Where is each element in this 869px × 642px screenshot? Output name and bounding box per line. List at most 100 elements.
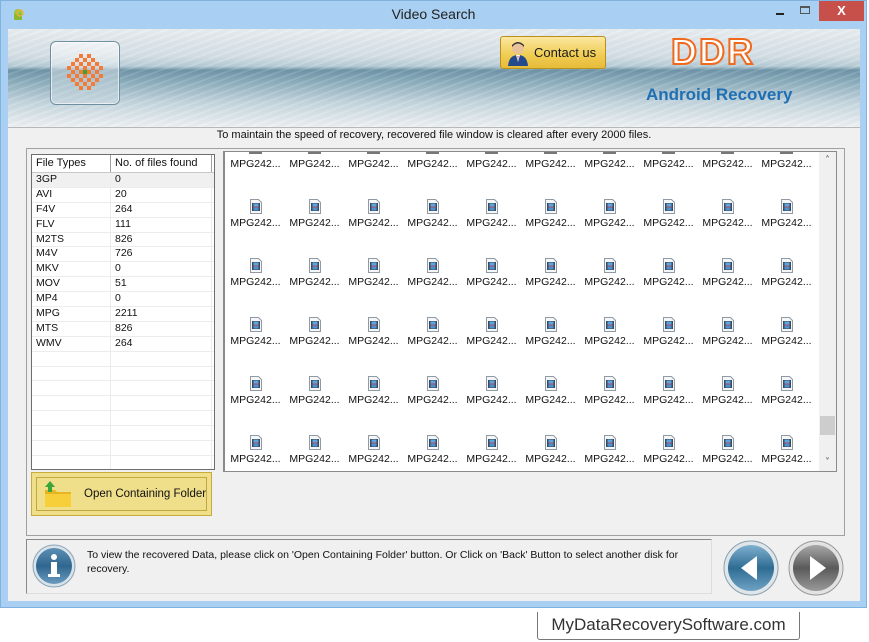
scroll-up-icon[interactable]: ˄ [819,152,836,169]
file-item[interactable]: MPG242... [226,376,285,406]
app-logo [50,41,120,105]
empty-table-row [32,381,214,397]
file-item[interactable]: MPG242... [580,199,639,229]
close-button[interactable]: X [819,1,864,21]
empty-cell [32,411,111,426]
file-item[interactable]: MPG242... [521,199,580,229]
table-row[interactable]: MOV 51 [32,277,214,293]
file-item[interactable]: MPG242... [285,199,344,229]
file-item[interactable]: MPG242... [757,376,816,406]
table-row[interactable]: MP4 0 [32,292,214,308]
file-name: MPG242... [584,217,635,229]
file-item[interactable]: MPG242... [639,199,698,229]
table-row[interactable]: MPG 2211 [32,307,214,322]
table-row[interactable]: WMV 264 [32,336,214,352]
file-item[interactable]: MPG242... [403,199,462,229]
minimize-button[interactable] [766,1,794,21]
file-item[interactable]: MPG242... [462,435,521,465]
scrollbar-thumb[interactable] [820,416,835,436]
video-file-icon [662,258,675,273]
video-file-icon [426,199,439,214]
file-item[interactable]: MPG242... [462,376,521,406]
file-item[interactable]: MPG242... [580,435,639,465]
file-name: MPG242... [761,394,812,406]
table-row[interactable]: M2TS 826 [32,232,214,248]
file-item[interactable]: MPG242... [757,199,816,229]
file-item[interactable]: MPG242... [403,376,462,406]
file-item[interactable]: MPG242... [757,435,816,465]
file-item[interactable]: MPG242... [521,317,580,347]
back-button[interactable] [723,540,779,596]
file-item[interactable]: MPG242... [462,258,521,288]
file-item[interactable]: MPG242... [639,376,698,406]
file-item[interactable]: MPG242... [285,435,344,465]
table-row[interactable]: 3GP 0 [32,173,214,188]
file-item[interactable]: MPG242... [639,317,698,347]
file-item[interactable]: MPG242... [226,435,285,465]
file-item[interactable]: MPG242... [344,376,403,406]
file-name: MPG242... [643,158,694,170]
file-item[interactable]: MPG242... [226,199,285,229]
file-item[interactable]: MPG242... [698,258,757,288]
file-item[interactable]: MPG242... [698,317,757,347]
file-name: MPG242... [761,276,812,288]
empty-cell [111,351,212,366]
column-header-file-types[interactable]: File Types [32,155,111,172]
file-item[interactable]: MPG242... [580,376,639,406]
file-item[interactable]: MPG242... [757,317,816,347]
empty-cell [32,455,111,469]
file-item[interactable]: MPG242... [521,435,580,465]
file-name: MPG242... [761,158,812,170]
file-item[interactable]: MPG242... [226,317,285,347]
file-item[interactable]: MPG242... [580,258,639,288]
file-item[interactable]: MPG242... [521,258,580,288]
file-item[interactable]: MPG242... [698,435,757,465]
table-row[interactable]: MKV 0 [32,262,214,278]
file-item[interactable]: MPG242... [403,435,462,465]
video-file-icon [308,376,321,391]
file-item[interactable]: MPG242... [344,258,403,288]
video-file-icon [249,258,262,273]
empty-cell [32,426,111,441]
vertical-scrollbar[interactable]: ˄ ˅ [819,152,836,471]
file-type-cell: MP4 [32,292,111,307]
empty-cell [32,366,111,381]
open-containing-folder-button[interactable]: Open Containing Folder [31,472,212,516]
file-type-cell: WMV [32,336,111,351]
maximize-button[interactable] [794,1,818,21]
file-item[interactable]: MPG242... [403,317,462,347]
file-item[interactable]: MPG242... [698,199,757,229]
file-item[interactable]: MPG242... [521,376,580,406]
file-item[interactable]: MPG242... [580,317,639,347]
partially-visible-icon [485,152,498,154]
file-item[interactable]: MPG242... [462,199,521,229]
empty-cell [32,381,111,396]
contact-us-button[interactable]: Contact us [500,36,606,69]
file-item[interactable]: MPG242... [344,435,403,465]
table-row[interactable]: F4V 264 [32,202,214,218]
file-item[interactable]: MPG242... [403,258,462,288]
empty-table-row [32,455,214,469]
recovered-files-grid[interactable]: MPG242... MPG242... MPG242... MPG242... MPG2… [223,151,837,472]
open-folder-icon [45,481,71,507]
table-row[interactable]: MTS 826 [32,321,214,337]
scroll-down-icon[interactable]: ˅ [819,454,836,471]
table-row[interactable]: AVI 20 [32,187,214,203]
table-row[interactable]: FLV 111 [32,217,214,233]
file-item[interactable]: MPG242... [344,199,403,229]
file-item[interactable]: MPG242... [344,317,403,347]
file-item[interactable]: MPG242... [285,258,344,288]
file-item[interactable]: MPG242... [639,435,698,465]
table-row[interactable]: M4V 726 [32,247,214,263]
next-button[interactable] [788,540,844,596]
file-item[interactable]: MPG242... [285,317,344,347]
video-file-icon [780,317,793,332]
file-item[interactable]: MPG242... [639,258,698,288]
file-item[interactable]: MPG242... [698,376,757,406]
title-bar[interactable]: Video Search X [1,1,866,29]
file-item[interactable]: MPG242... [462,317,521,347]
file-item[interactable]: MPG242... [285,376,344,406]
file-item[interactable]: MPG242... [226,258,285,288]
column-header-files-found[interactable]: No. of files found [111,155,212,172]
file-item[interactable]: MPG242... [757,258,816,288]
